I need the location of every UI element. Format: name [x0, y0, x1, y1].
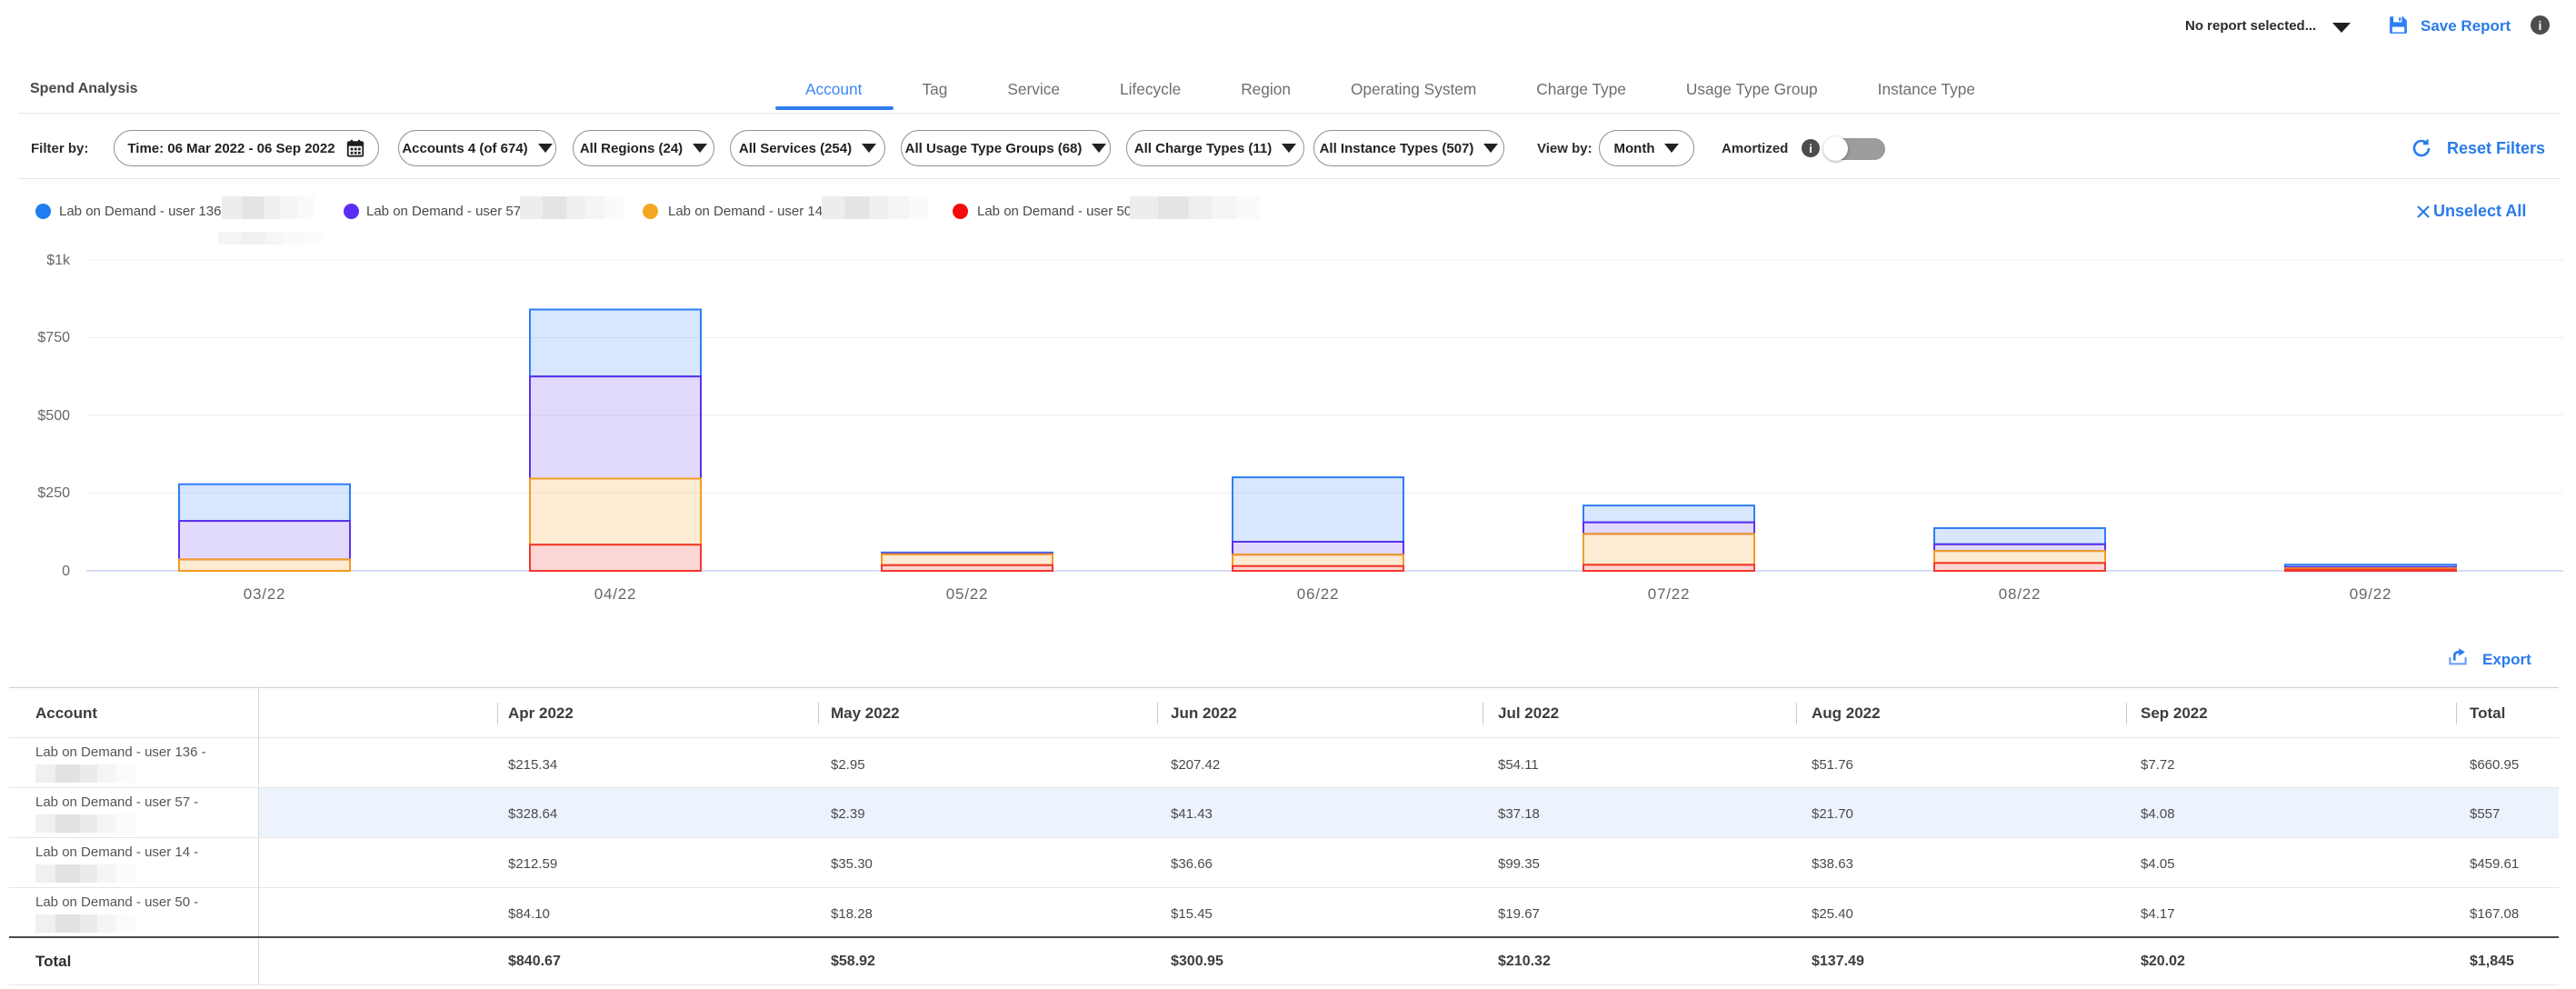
svg-text:$250: $250 [37, 485, 70, 501]
svg-text:08/22: 08/22 [1999, 585, 2042, 603]
svg-text:03/22: 03/22 [244, 585, 286, 603]
svg-text:$500: $500 [37, 408, 70, 424]
svg-text:0: 0 [62, 564, 70, 579]
svg-text:$750: $750 [37, 330, 70, 345]
svg-text:06/22: 06/22 [1297, 585, 1340, 603]
svg-text:05/22: 05/22 [946, 585, 989, 603]
svg-text:04/22: 04/22 [594, 585, 637, 603]
svg-text:09/22: 09/22 [2350, 585, 2392, 603]
svg-text:$1k: $1k [46, 253, 71, 268]
svg-text:07/22: 07/22 [1648, 585, 1691, 603]
